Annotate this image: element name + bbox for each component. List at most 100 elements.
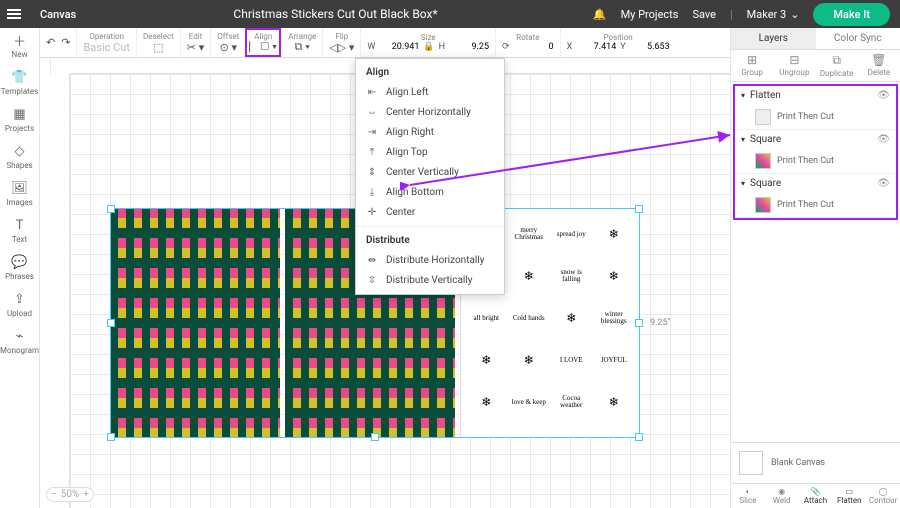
resize-handle[interactable] xyxy=(635,319,643,327)
canvas-swatch[interactable] xyxy=(739,451,763,475)
flatten-icon: ▭ xyxy=(846,487,854,496)
align-item-icon: ⇥ xyxy=(366,126,378,138)
delete-button[interactable]: 🗑Delete xyxy=(858,50,900,81)
size-label: Size xyxy=(421,33,436,42)
height-input[interactable] xyxy=(449,42,489,52)
width-input[interactable] xyxy=(379,42,419,52)
slice-icon: ◐ xyxy=(745,487,750,496)
tool-phrases[interactable]: 💬Phrases xyxy=(5,254,34,281)
resize-handle[interactable] xyxy=(107,205,115,213)
lock-icon[interactable]: 🔒 xyxy=(423,42,434,52)
resize-handle[interactable] xyxy=(635,433,643,441)
zoom-out-icon[interactable]: − xyxy=(51,489,57,500)
shapes-icon: ◇ xyxy=(12,143,28,159)
upload-icon: ⇪ xyxy=(12,291,28,307)
resize-handle[interactable] xyxy=(107,433,115,441)
edit-button[interactable]: ✂ ▾ xyxy=(187,41,204,53)
ungroup-button[interactable]: ⊟Ungroup xyxy=(773,50,815,81)
separator: | xyxy=(730,8,733,21)
project-title[interactable]: Christmas Stickers Cut Out Black Box* xyxy=(88,7,583,21)
new-icon: ＋ xyxy=(12,32,28,48)
layer-item[interactable]: ▾Square👁Print Then Cut xyxy=(735,130,896,174)
make-it-button[interactable]: Make It xyxy=(813,3,890,26)
align-item[interactable]: ⇥Align Right xyxy=(356,122,504,142)
layers-box: ▾Flatten👁Print Then Cut▾Square👁Print The… xyxy=(733,84,898,220)
layer-item[interactable]: ▾Flatten👁Print Then Cut xyxy=(735,86,896,130)
ruler-vertical xyxy=(40,74,70,508)
eye-icon[interactable]: 👁 xyxy=(877,134,890,145)
align-item[interactable]: ⤓Align Bottom xyxy=(356,182,504,202)
tool-templates[interactable]: 👕Templates xyxy=(1,69,38,96)
menu-icon[interactable] xyxy=(0,13,28,15)
resize-handle[interactable] xyxy=(107,319,115,327)
trash-icon: 🗑 xyxy=(871,53,886,67)
phrases-icon: 💬 xyxy=(11,254,27,270)
attach-icon: 📎 xyxy=(811,487,821,496)
flatten-button[interactable]: ▭Flatten xyxy=(832,484,866,508)
attach-button[interactable]: 📎Attach xyxy=(799,484,833,508)
contour-button[interactable]: ◯Contour xyxy=(866,484,900,508)
eye-icon[interactable]: 👁 xyxy=(877,90,890,101)
rotate-label: Rotate xyxy=(516,33,539,42)
slice-button[interactable]: ◐Slice xyxy=(731,484,765,508)
tool-monogram[interactable]: ⌁Monogram xyxy=(0,328,39,355)
flip-button[interactable]: ◁▷ ▾ xyxy=(329,41,354,53)
right-panel: Layers Color Sync ⊞Group ⊟Ungroup ⧉Dupli… xyxy=(730,28,900,508)
layer-item[interactable]: ▾Square👁Print Then Cut xyxy=(735,174,896,218)
zoom-in-icon[interactable]: + xyxy=(83,489,89,500)
chevron-down-icon[interactable]: ▾ xyxy=(741,91,745,100)
zoom-control[interactable]: −50%+ xyxy=(46,487,94,502)
save-button[interactable]: Save xyxy=(692,8,716,21)
align-item-icon: ⤒ xyxy=(366,146,378,158)
deselect-button[interactable]: ⬚ xyxy=(153,41,163,53)
tool-projects[interactable]: ▦Projects xyxy=(5,106,34,133)
resize-handle[interactable] xyxy=(371,433,379,441)
y-input[interactable] xyxy=(630,42,670,52)
weld-button[interactable]: ◉Weld xyxy=(765,484,799,508)
redo-button[interactable]: ↷ xyxy=(61,36,70,49)
align-item[interactable]: ⇔Center Horizontally xyxy=(356,102,504,122)
tool-images[interactable]: 🖼Images xyxy=(6,180,32,207)
align-item[interactable]: ⇹Distribute Horizontally xyxy=(356,250,504,270)
align-item-icon: ⤓ xyxy=(366,186,378,198)
align-item-icon: ✛ xyxy=(366,206,378,218)
contour-icon: ◯ xyxy=(879,487,888,496)
align-item[interactable]: ⇤Align Left xyxy=(356,82,504,102)
tool-new[interactable]: ＋New xyxy=(12,32,28,59)
dropdown-section-distribute: Distribute xyxy=(356,231,504,250)
align-item[interactable]: ⤒Align Top xyxy=(356,142,504,162)
align-item-icon: ⇔ xyxy=(366,106,378,118)
chevron-down-icon[interactable]: ▾ xyxy=(741,179,745,188)
machine-selector[interactable]: Maker 3 ⌄ xyxy=(747,8,800,21)
tool-shapes[interactable]: ◇Shapes xyxy=(6,143,32,170)
align-item[interactable]: ⇳Distribute Vertically xyxy=(356,270,504,290)
tab-color-sync[interactable]: Color Sync xyxy=(816,28,900,49)
x-input[interactable] xyxy=(576,42,616,52)
align-item-icon: ⇕ xyxy=(366,166,378,178)
eye-icon[interactable]: 👁 xyxy=(877,178,890,189)
align-item-icon: ⇳ xyxy=(366,274,378,286)
align-item[interactable]: ✛Center xyxy=(356,202,504,222)
duplicate-button[interactable]: ⧉Duplicate xyxy=(816,50,858,81)
position-label: Position xyxy=(604,33,633,42)
offset-button[interactable]: ⊙ ▾ xyxy=(220,41,237,53)
chevron-down-icon[interactable]: ▾ xyxy=(741,135,745,144)
rotate-input[interactable] xyxy=(514,42,554,52)
align-item[interactable]: ⇕Center Vertically xyxy=(356,162,504,182)
group-button[interactable]: ⊞Group xyxy=(731,50,773,81)
undo-button[interactable]: ↶ xyxy=(46,36,55,49)
chevron-down-icon: ⌄ xyxy=(790,8,799,21)
blank-canvas-row[interactable]: Blank Canvas xyxy=(731,442,900,483)
resize-handle[interactable] xyxy=(635,205,643,213)
operation-value[interactable]: Basic Cut xyxy=(83,41,130,53)
duplicate-icon: ⧉ xyxy=(832,53,841,68)
tool-upload[interactable]: ⇪Upload xyxy=(7,291,32,318)
projects-icon: ▦ xyxy=(12,106,28,122)
arrange-button[interactable]: ⧉ ▾ xyxy=(295,41,310,53)
align-button[interactable]: ⎸▢ ▾ xyxy=(249,41,277,53)
tool-text[interactable]: TText xyxy=(12,217,28,244)
tab-layers[interactable]: Layers xyxy=(731,28,816,49)
my-projects-link[interactable]: My Projects xyxy=(621,8,679,21)
left-toolbar: ＋New 👕Templates ▦Projects ◇Shapes 🖼Images TTe… xyxy=(0,28,40,508)
bell-icon[interactable]: 🔔 xyxy=(593,8,607,21)
